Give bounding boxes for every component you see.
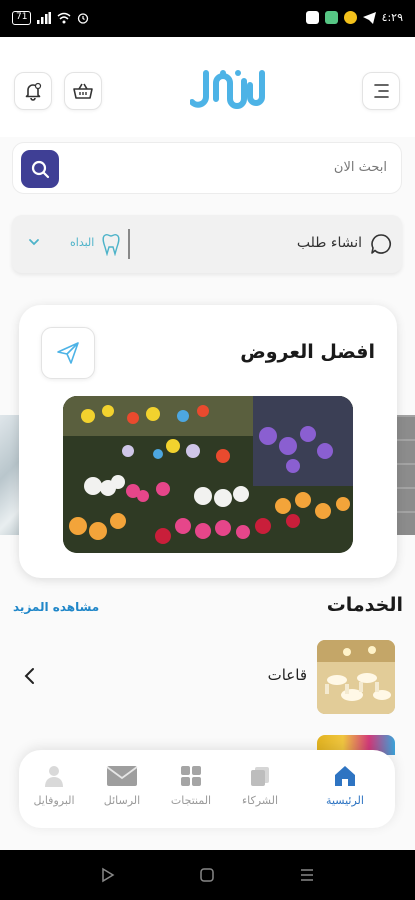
best-offers-title: افضل العروض (240, 341, 375, 363)
send-button[interactable] (41, 327, 95, 379)
nav-item-messages[interactable]: الرسائل (87, 762, 157, 807)
products-grid-icon (181, 766, 201, 786)
nav-label-partners: الشركاء (241, 794, 279, 807)
nav-item-partners[interactable]: الشركاء (225, 762, 295, 807)
chat-icon (371, 234, 392, 254)
chevron-left-icon[interactable] (22, 666, 36, 686)
service-item[interactable]: قاعات (0, 638, 415, 716)
offer-flowers-image[interactable] (63, 396, 353, 553)
nav-item-profile[interactable]: البروفايل (19, 762, 89, 807)
best-offers-card[interactable]: افضل العروض (19, 305, 397, 578)
battery-level: 71 (16, 12, 28, 22)
status-bar: 71 ٤:٢٩ (0, 0, 415, 37)
nav-label-profile: البروفايل (33, 794, 75, 807)
search-icon (31, 160, 50, 179)
cart-button[interactable] (64, 72, 102, 110)
menu-button[interactable] (362, 72, 400, 110)
mail-icon (106, 766, 138, 786)
battery-indicator: 71 (12, 11, 32, 25)
app-notification-icon (343, 11, 357, 24)
see-more-link[interactable]: مشاهده المزيد (13, 600, 99, 614)
system-navigation-bar (0, 850, 415, 900)
nav-item-products[interactable]: المنتجات (156, 762, 226, 807)
notifications-button[interactable] (14, 72, 52, 110)
app-header (0, 37, 415, 137)
telegram-icon (362, 11, 376, 24)
services-title: الخدمات (326, 594, 403, 616)
create-request-bar[interactable]: انشاء طلب البداه (12, 215, 402, 273)
app-notification-icon (305, 11, 319, 24)
nav-label-home: الرئيسية (326, 794, 364, 807)
basket-icon (73, 83, 93, 99)
halls-image[interactable] (317, 640, 395, 714)
menu-icon (374, 84, 389, 98)
app-notification-icon (324, 11, 338, 24)
nav-item-home[interactable]: الرئيسية (310, 762, 380, 807)
status-right: ٤:٢٩ (305, 11, 403, 24)
search-input[interactable]: ابحث الان (334, 160, 387, 175)
status-time: ٤:٢٩ (381, 11, 403, 24)
nav-label-products: المنتجات (170, 794, 212, 807)
home-icon (335, 766, 355, 786)
system-back-icon[interactable] (100, 867, 116, 883)
divider (128, 229, 130, 259)
service-label[interactable]: قاعات (268, 666, 307, 684)
start-dropdown-label[interactable]: البداه (70, 236, 94, 249)
chevron-down-icon[interactable] (28, 237, 40, 247)
send-icon (57, 342, 79, 364)
search-button[interactable] (21, 150, 59, 188)
partners-icon (251, 767, 269, 786)
alarm-icon (78, 13, 89, 24)
status-left: 71 (12, 11, 89, 25)
system-home-icon[interactable] (199, 867, 215, 883)
tooth-icon (102, 233, 120, 256)
bell-icon (25, 82, 42, 101)
signal-icon (37, 12, 52, 24)
create-request-label[interactable]: انشاء طلب (297, 235, 362, 251)
profile-icon (45, 766, 63, 787)
search-bar[interactable]: ابحث الان (12, 142, 402, 194)
bottom-navigation: الرئيسية الشركاء المنتجات الرسائل البروف… (19, 750, 395, 828)
brand-logo (189, 69, 272, 115)
nav-label-messages: الرسائل (103, 794, 141, 807)
wifi-icon (57, 12, 71, 24)
system-recents-icon[interactable] (299, 867, 315, 883)
